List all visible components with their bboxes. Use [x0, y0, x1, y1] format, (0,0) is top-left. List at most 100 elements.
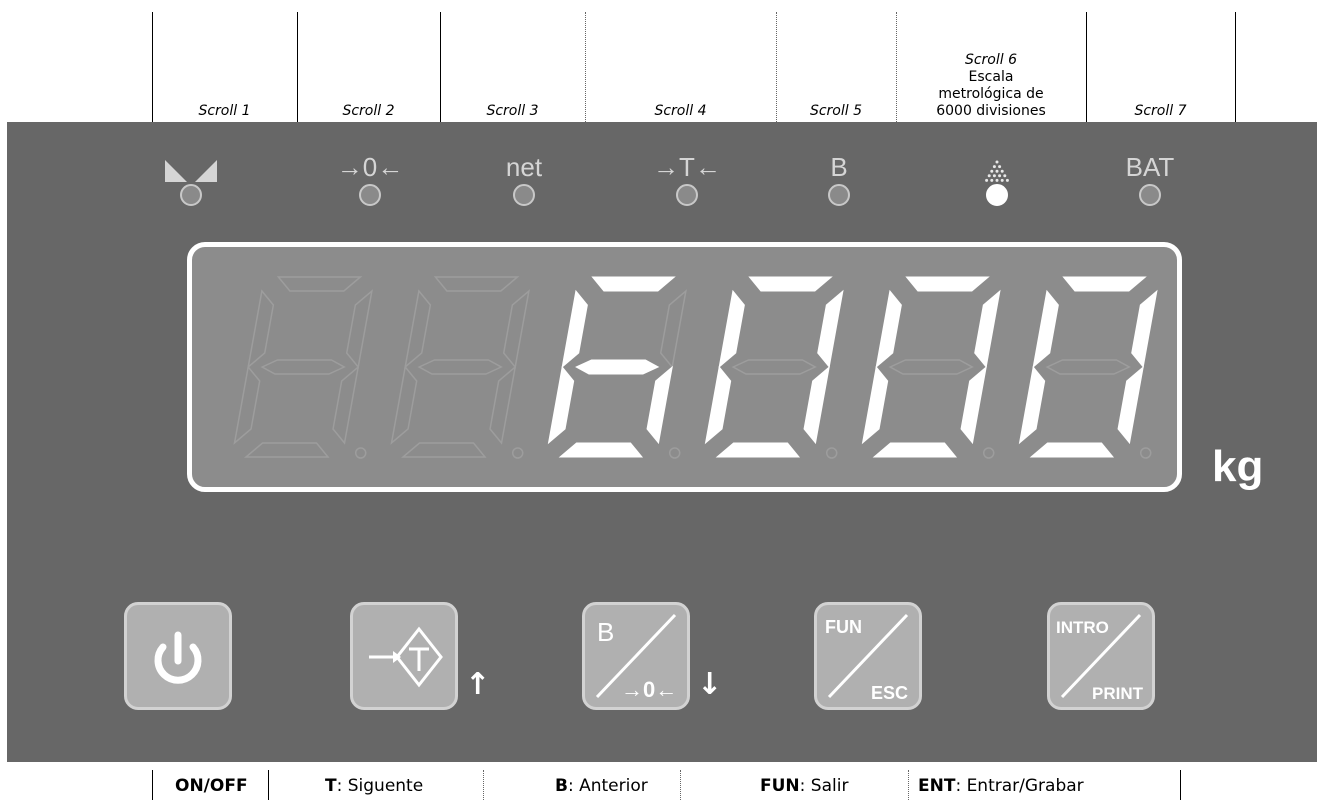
power-icon [154, 631, 202, 684]
print-text: PRINT [1092, 684, 1144, 703]
legend-desc: : Anterior [567, 776, 648, 796]
tare-key-icon [369, 626, 443, 688]
segment-d [400, 442, 487, 458]
segment-c [489, 365, 517, 445]
scroll-label-2: Scroll 2 [297, 0, 440, 122]
net-icon: net [505, 152, 543, 182]
divider [483, 770, 484, 800]
scroll-label-7: Scroll 7 [1086, 0, 1235, 122]
led-battery [1139, 184, 1161, 206]
segment-c [803, 365, 830, 445]
indicator-range [957, 150, 1037, 206]
scroll-label-title: Scroll 3 [486, 103, 539, 119]
scroll-label-title: Scroll 1 [198, 103, 251, 119]
fun-esc-key[interactable]: FUN ESC [814, 602, 922, 710]
segment-g [575, 359, 660, 375]
scroll-label-title: Scroll 2 [342, 103, 395, 119]
zero-symbol: →0← [621, 677, 677, 702]
segment-b [974, 289, 1001, 369]
segment-e [233, 365, 261, 445]
scroll-label-desc: metrológica de [938, 86, 1044, 102]
indicator-zero: →0← [330, 150, 410, 206]
scroll-label-desc: 6000 divisiones [936, 103, 1046, 119]
stable-triangles-icon [151, 150, 231, 184]
up-arrow-icon: ↑ [465, 667, 491, 702]
divider [1235, 12, 1236, 122]
legend-desc: ON/OFF [175, 776, 248, 796]
indicator-gross: B [799, 150, 879, 206]
legend-fun: FUN: Salir [760, 776, 848, 796]
scroll-label-6: Scroll 6 Escala metrológica de 6000 divi… [896, 0, 1086, 122]
legend-key: ENT [918, 776, 956, 796]
scroll-label-1: Scroll 1 [152, 0, 297, 122]
led-range [986, 184, 1008, 206]
segment-a [276, 276, 363, 292]
scroll-label-desc: Escala [968, 69, 1014, 85]
segment-d [1029, 442, 1115, 458]
segment-g [731, 359, 817, 375]
segment-a [1062, 276, 1147, 292]
tare-icon: →T← [653, 152, 721, 182]
divider [152, 770, 153, 800]
scroll-labels-header: Scroll 1 Scroll 2 Scroll 3 Scroll 4 Scro… [0, 0, 1317, 122]
tare-key[interactable] [350, 602, 458, 710]
legend-gross: B: Anterior [555, 776, 648, 796]
segment-g [1045, 359, 1131, 375]
gross-zero-icon: B →0← [595, 613, 677, 702]
segment-e [861, 365, 889, 445]
segment-c [960, 365, 987, 445]
segment-e [1018, 365, 1046, 445]
zero-icon: →0← [336, 152, 404, 182]
segment-a [433, 276, 520, 292]
gross-icon: B [830, 152, 848, 182]
segment-g [888, 359, 974, 375]
scroll-label-title: Scroll 4 [654, 103, 707, 119]
scroll-label-4: Scroll 4 [585, 0, 776, 122]
segment-g [417, 359, 503, 375]
legend-ent: ENT: Entrar/Grabar [918, 776, 1084, 796]
power-key[interactable] [124, 602, 232, 710]
battery-icon: BAT [1125, 152, 1175, 182]
down-arrow-icon: ↓ [697, 667, 723, 702]
intro-print-key[interactable]: INTRO PRINT [1047, 602, 1155, 710]
segment-c [1117, 365, 1144, 445]
segment-a [591, 276, 676, 292]
segment-f [1032, 289, 1059, 369]
legend-tare: T: Siguente [325, 776, 423, 796]
indicator-stable [151, 150, 231, 206]
segment-g [260, 359, 346, 375]
esc-text: ESC [871, 683, 908, 703]
legend-desc: : Siguente [336, 776, 424, 796]
decimal-point [825, 447, 838, 459]
segment-e [704, 365, 732, 445]
segment-a [905, 276, 990, 292]
segment-b [345, 289, 373, 369]
led-tare [676, 184, 698, 206]
legend-key: T [325, 776, 337, 796]
led-stable [180, 184, 202, 206]
intro-text: INTRO [1056, 618, 1109, 637]
legend-onoff: ON/OFF [175, 776, 248, 796]
segment-f [404, 289, 432, 369]
segment-d [558, 442, 644, 458]
unit-label: kg [1212, 442, 1264, 491]
seven-segment-readout [233, 276, 1158, 459]
gross-zero-key[interactable]: B →0← [582, 602, 690, 710]
segment-c [332, 365, 360, 445]
gross-letter: B [597, 617, 614, 647]
segment-d [872, 442, 958, 458]
segment-b [817, 289, 844, 369]
decimal-point [511, 447, 524, 459]
legend-key: FUN [760, 776, 800, 796]
decimal-point [982, 447, 995, 459]
segment-f [247, 289, 275, 369]
scroll-label-title: Scroll 5 [809, 103, 863, 119]
segment-b [1131, 289, 1158, 369]
key-legend: ON/OFF T: Siguente B: Anterior FUN: Sali… [0, 762, 1317, 807]
segment-e [390, 365, 418, 445]
divider [680, 770, 681, 800]
decimal-point [668, 447, 681, 459]
divider [1180, 770, 1181, 800]
segment-f [561, 289, 588, 369]
segment-a [748, 276, 833, 292]
